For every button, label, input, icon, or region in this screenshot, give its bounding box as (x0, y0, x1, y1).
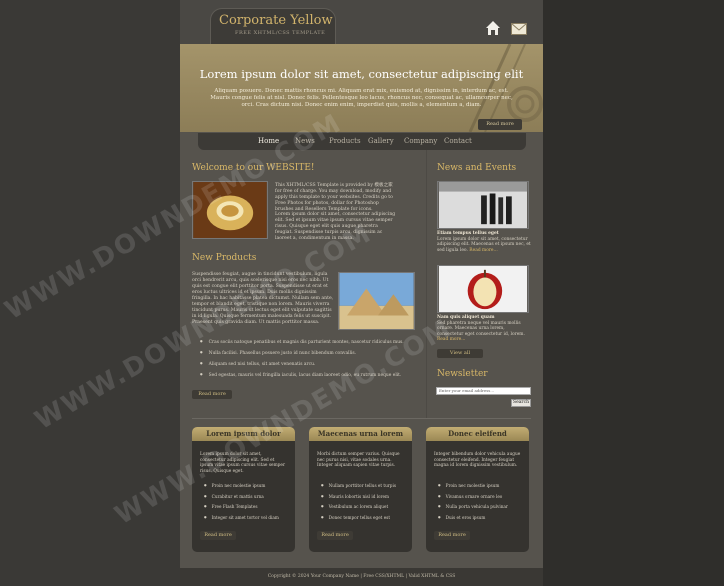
feature-box-1: Lorem ipsum dolor Lorem ipsum dolor sit … (192, 427, 295, 552)
feature-box-2-list: Nullam porttitor tellus et turpis Mauris… (321, 481, 396, 523)
newsletter-search-button[interactable]: Search (511, 399, 531, 407)
news-item-2-title: Nam quis aliquet quam (437, 315, 495, 320)
list-item[interactable]: Nulla porta vehicula pulvinar (438, 502, 508, 513)
template-preview: Corporate Yellow FREE XHTML/CSS TEMPLATE… (180, 0, 543, 586)
footer: Copyright © 2024 Your Company Name | Fre… (180, 568, 543, 586)
newsletter-heading: Newsletter (437, 369, 488, 379)
feature-box-3: Donec eleifend Integer bibendum dolor ve… (426, 427, 529, 552)
nav-item-home[interactable]: Home (258, 137, 279, 145)
feature-box-3-read-more-button[interactable]: Read more (434, 531, 470, 540)
column-divider (426, 150, 427, 418)
coffee-image (192, 181, 268, 239)
list-item[interactable]: Nullam porttitor tellus et turpis (321, 481, 396, 492)
list-item: Nulla facilisi. Phasellus posuere justo … (200, 348, 404, 359)
content-divider (192, 418, 531, 419)
list-item[interactable]: Free Flash Templates (204, 502, 279, 513)
feature-box-2-read-more-button[interactable]: Read more (317, 531, 353, 540)
list-item[interactable]: Mauris lobortis nisl id lorem (321, 492, 396, 503)
feature-box-1-text: Lorem ipsum dolor sit amet, consectetur … (200, 452, 286, 474)
logo[interactable]: Corporate Yellow FREE XHTML/CSS TEMPLATE (210, 8, 336, 44)
list-item[interactable]: Integer sit amet tortor vel diam (204, 513, 279, 524)
list-item[interactable]: Vivamus ornare ornare leo (438, 492, 508, 503)
view-all-button[interactable]: View all (437, 349, 483, 358)
products-read-more-button[interactable]: Read more (192, 390, 232, 399)
feature-box-1-read-more-button[interactable]: Read more (200, 531, 236, 540)
apple-image (437, 265, 529, 313)
feature-box-3-list: Proin nec molestie ipsum Vivamus ornare … (438, 481, 508, 523)
nav-item-news[interactable]: News (295, 137, 315, 145)
pyramids-image (338, 272, 415, 330)
news-item-1-title: Etiam tempus tellus eget (437, 231, 499, 236)
feature-box-2: Maecenas urna lorem Morbi dictum semper … (309, 427, 412, 552)
products-text: Suspendisse feugiat, augue in tincidunt … (192, 272, 334, 325)
list-item: Sed egestas, mauris vel fringilla iaculi… (200, 370, 404, 381)
feature-box-3-text: Integer bibendum dolor vehicula augue co… (434, 452, 521, 469)
list-item: Aliquam sed nisi tellus, sit amet venena… (200, 359, 404, 370)
feature-box-2-title: Maecenas urna lorem (309, 427, 412, 441)
hero-title: Lorem ipsum dolor sit amet, consectetur … (199, 67, 524, 81)
products-heading: New Products (192, 253, 257, 263)
main-nav: Home News Products Gallery Company Conta… (198, 133, 526, 150)
people-image (437, 181, 529, 229)
welcome-text: This XHTML/CSS Template is provided by 模… (275, 183, 393, 212)
hero-read-more-button[interactable]: Read more (478, 119, 522, 130)
nav-item-products[interactable]: Products (329, 137, 361, 145)
news-item-1-link[interactable]: Read more... (469, 248, 497, 253)
nav-item-contact[interactable]: Contact (444, 137, 472, 145)
logo-title: Corporate Yellow (219, 13, 333, 28)
news-item-2[interactable]: Nam quis aliquet quam Sed pharetra neque… (437, 315, 531, 343)
news-item-2-link[interactable]: Read more... (437, 337, 465, 342)
list-item[interactable]: Duis et eros ipsum (438, 513, 508, 524)
feature-box-3-title: Donec eleifend (426, 427, 529, 441)
list-item[interactable]: Proin nec molestie ipsum (438, 481, 508, 492)
logo-subtitle: FREE XHTML/CSS TEMPLATE (235, 30, 326, 36)
news-item-2-text: Sed pharetra neque vel mauris mollis orn… (437, 320, 525, 337)
feature-box-1-list: Proin nec molestie ipsum Curabitur et ma… (204, 481, 279, 523)
header: Corporate Yellow FREE XHTML/CSS TEMPLATE (180, 0, 543, 44)
hero-banner: Lorem ipsum dolor sit amet, consectetur … (180, 44, 543, 132)
nav-item-company[interactable]: Company (404, 137, 437, 145)
news-heading: News and Events (437, 163, 517, 173)
list-item[interactable]: Donec tempor tellus eget est (321, 513, 396, 524)
page-background-right (543, 0, 724, 586)
page-background-left (0, 0, 180, 586)
newsletter-email-input[interactable]: Enter your email address... (436, 387, 531, 395)
list-item: Cras sociis natoque penatibus et magnis … (200, 337, 404, 348)
welcome-text-2: Lorem ipsum dolor sit amet, consectetur … (275, 212, 396, 241)
products-bullet-list: Cras sociis natoque penatibus et magnis … (200, 337, 404, 381)
home-icon[interactable] (485, 20, 501, 36)
list-item[interactable]: Proin nec molestie ipsum (204, 481, 279, 492)
list-item[interactable]: Vestibulum ac lorem aliquet (321, 502, 396, 513)
feature-box-1-title: Lorem ipsum dolor (192, 427, 295, 441)
nav-item-gallery[interactable]: Gallery (368, 137, 394, 145)
hero-text: Aliquam posuere. Donec mattis rhoncus mi… (210, 88, 513, 108)
feature-box-2-text: Morbi dictum semper varius. Quisque nec … (317, 452, 400, 469)
list-item[interactable]: Curabitur et mattis urna (204, 492, 279, 503)
mail-icon[interactable] (511, 23, 527, 35)
news-item-1[interactable]: Etiam tempus tellus eget Lorem ipsum dol… (437, 231, 531, 253)
welcome-heading: Welcome to our WEBSITE! (192, 163, 315, 173)
